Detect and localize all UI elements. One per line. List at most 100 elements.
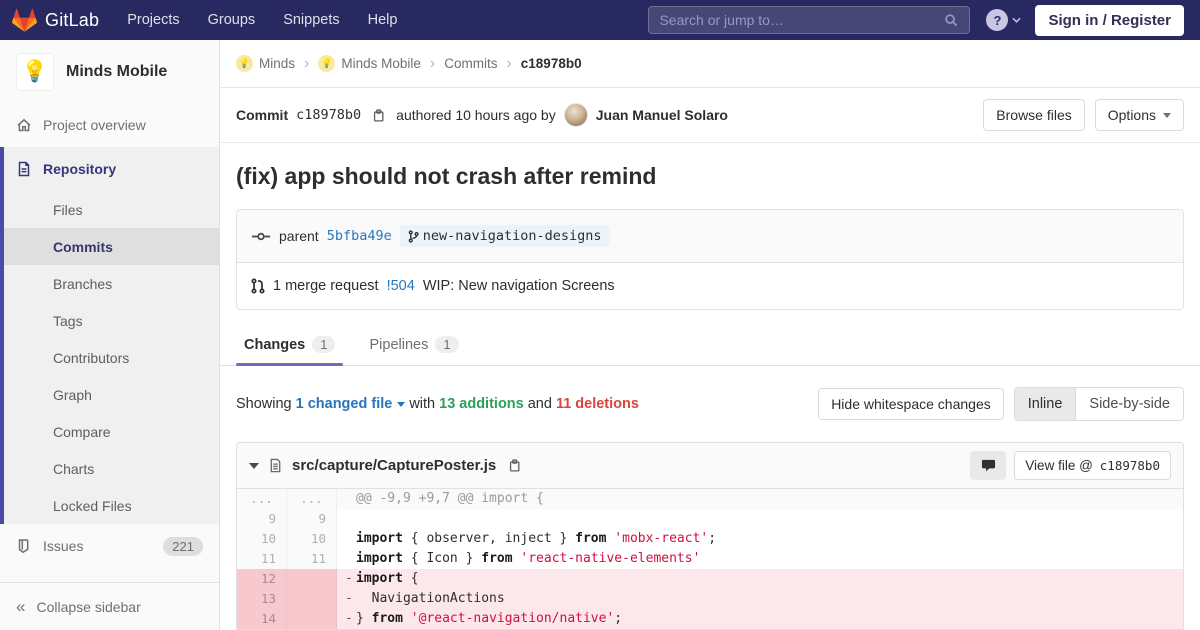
navbar-link-snippets[interactable]: Snippets: [283, 12, 339, 28]
project-name: Minds Mobile: [66, 63, 168, 80]
sidebar-project-header[interactable]: 💡 Minds Mobile: [0, 40, 219, 103]
breadcrumb-current: c18978b0: [520, 56, 582, 71]
diff-line: 13 - NavigationActions: [237, 589, 1183, 609]
mr-title: WIP: New navigation Screens: [422, 278, 615, 294]
file-path[interactable]: src/capture/CapturePoster.js: [292, 457, 496, 474]
parent-label: parent: [279, 228, 319, 244]
hide-whitespace-button[interactable]: Hide whitespace changes: [818, 388, 1004, 420]
sidebar-item-contributors[interactable]: Contributors: [4, 339, 219, 376]
options-dropdown-button[interactable]: Options: [1094, 99, 1184, 131]
authored-text: authored 10 hours ago by: [396, 107, 556, 123]
sidebar-item-files[interactable]: Files: [4, 191, 219, 228]
sidebar-item-issues[interactable]: Issues 221: [0, 524, 219, 568]
old-line-number[interactable]: 13: [237, 589, 287, 609]
project-avatar-mini: 💡: [318, 55, 336, 72]
sidebar-item-graph[interactable]: Graph: [4, 376, 219, 413]
old-line-number[interactable]: 14: [237, 609, 287, 629]
help-icon: ?: [986, 9, 1009, 31]
inline-view-button[interactable]: Inline: [1014, 388, 1076, 420]
old-line-number[interactable]: 11: [237, 549, 287, 569]
navbar-link-groups[interactable]: Groups: [208, 12, 256, 28]
new-line-number[interactable]: 11: [287, 549, 337, 569]
navbar-link-projects[interactable]: Projects: [127, 12, 179, 28]
gitlab-brand[interactable]: GitLab: [12, 8, 99, 33]
commit-sha: c18978b0: [296, 107, 362, 123]
mr-ref-link[interactable]: !504: [387, 278, 415, 294]
new-line-number[interactable]: ...: [287, 489, 337, 509]
diff-line-content: - NavigationActions: [337, 589, 1183, 609]
caret-down-icon: [397, 401, 406, 407]
comment-icon: [981, 459, 995, 472]
collapse-sidebar-button[interactable]: « Collapse sidebar: [0, 582, 219, 630]
diff-line: 14 -} from '@react-navigation/native';: [237, 609, 1183, 629]
caret-down-icon: [1163, 112, 1171, 118]
tab-changes[interactable]: Changes 1: [236, 326, 344, 366]
collapse-file-icon[interactable]: [249, 462, 259, 469]
old-line-number[interactable]: 9: [237, 509, 287, 529]
deletions-count: 11 deletions: [555, 396, 639, 412]
side-by-side-view-button[interactable]: Side-by-side: [1075, 388, 1183, 420]
sidebar-item-charts[interactable]: Charts: [4, 450, 219, 487]
new-line-number[interactable]: [287, 569, 337, 589]
parent-row: parent 5bfba49e new-navigation-designs: [237, 210, 1183, 262]
commit-icon: [251, 232, 271, 240]
old-line-number[interactable]: 10: [237, 529, 287, 549]
breadcrumb-item-minds-mobile[interactable]: 💡 Minds Mobile: [318, 55, 421, 72]
search-box[interactable]: [648, 6, 971, 34]
sidebar-repository-section: Repository Files Commits Branches Tags Contr…: [0, 147, 219, 524]
diff-line-content: import { observer, inject } from 'mobx-r…: [356, 531, 717, 546]
sidebar-item-project-overview[interactable]: Project overview: [0, 103, 219, 147]
new-line-number[interactable]: 9: [287, 509, 337, 529]
brand-name: GitLab: [45, 9, 100, 30]
branch-icon: [408, 229, 419, 243]
toggle-comments-button[interactable]: [970, 451, 1007, 480]
parent-sha-link[interactable]: 5bfba49e: [327, 228, 392, 244]
copy-sha-button[interactable]: [369, 106, 388, 125]
changed-files-dropdown[interactable]: 1 changed file: [296, 396, 406, 412]
navbar-link-help[interactable]: Help: [368, 12, 398, 28]
sign-in-register-button[interactable]: Sign in / Register: [1035, 4, 1184, 36]
tab-pipelines[interactable]: Pipelines 1: [361, 326, 466, 365]
breadcrumb-item-minds[interactable]: 💡 Minds: [236, 55, 295, 72]
copy-file-path-button[interactable]: [505, 456, 524, 475]
view-file-button[interactable]: View file @ c18978b0: [1014, 451, 1171, 480]
help-menu[interactable]: ?: [986, 9, 1022, 31]
search-input[interactable]: [659, 12, 945, 28]
browse-files-button[interactable]: Browse files: [983, 99, 1085, 131]
sidebar-item-branches[interactable]: Branches: [4, 265, 219, 302]
merge-request-row: 1 merge request !504 WIP: New navigation…: [237, 262, 1183, 309]
mr-count-text: 1 merge request: [273, 278, 379, 294]
additions-count: 13 additions: [439, 396, 524, 412]
diff-line: 12 - import {: [237, 569, 1183, 589]
diff-line: 10 10 import { observer, inject } from 'm…: [237, 529, 1183, 549]
merge-request-icon: [251, 278, 265, 294]
diff-line: ...... @@ -9,9 +9,7 @@ import {: [237, 489, 1183, 509]
sidebar-item-commits[interactable]: Commits: [4, 228, 219, 265]
diff-file-box: src/capture/CapturePoster.js View file @…: [236, 442, 1184, 630]
diff-line-content: @@ -9,9 +9,7 @@ import {: [337, 489, 1183, 509]
new-line-number[interactable]: [287, 609, 337, 629]
author-avatar[interactable]: [563, 103, 588, 127]
project-avatar-mini: 💡: [236, 55, 253, 72]
diff-line: 99: [237, 509, 1183, 529]
old-line-number[interactable]: 12: [237, 569, 287, 589]
new-line-number[interactable]: 10: [287, 529, 337, 549]
sidebar-item-compare[interactable]: Compare: [4, 413, 219, 450]
copy-icon: [374, 108, 384, 121]
branch-ref-badge[interactable]: new-navigation-designs: [399, 225, 610, 247]
repository-icon: [18, 161, 30, 177]
breadcrumb-item-commits[interactable]: Commits: [444, 56, 497, 71]
project-avatar: 💡: [16, 53, 54, 91]
new-line-number[interactable]: [287, 589, 337, 609]
chevron-right-icon: ›: [506, 54, 512, 72]
diff-body: ...... @@ -9,9 +9,7 @@ import {9 9 10 10 im…: [237, 489, 1183, 629]
sidebar-item-tags[interactable]: Tags: [4, 302, 219, 339]
old-line-number[interactable]: ...: [237, 489, 287, 509]
sidebar: 💡 Minds Mobile Project overview Reposito…: [0, 40, 220, 630]
gitlab-logo-icon: [12, 8, 37, 33]
sidebar-item-repository[interactable]: Repository: [4, 147, 219, 191]
sidebar-item-locked-files[interactable]: Locked Files: [4, 487, 219, 524]
commit-label: Commit: [236, 107, 289, 123]
author-name[interactable]: Juan Manuel Solaro: [596, 107, 728, 123]
chevron-right-icon: ›: [304, 54, 310, 72]
